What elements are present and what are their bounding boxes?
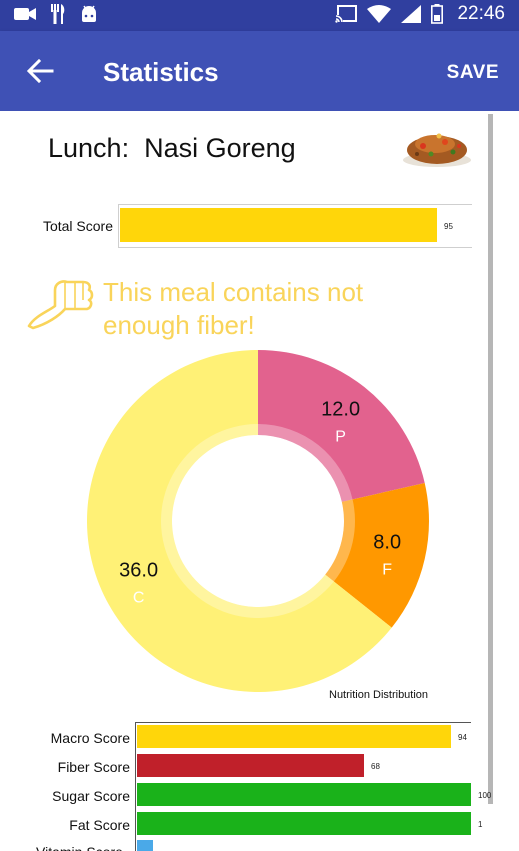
- score-bar: [137, 783, 471, 806]
- score-bar: [137, 725, 451, 748]
- score-top-line: [135, 722, 471, 723]
- score-value: 68: [371, 762, 380, 771]
- pie-value-label: 8.0: [373, 531, 401, 553]
- score-value: 94: [458, 733, 467, 742]
- score-label: Macro Score: [50, 730, 130, 746]
- score-label: Fat Score: [69, 817, 130, 833]
- next-score-bar-partial: [137, 840, 153, 851]
- score-value: 1: [478, 820, 483, 829]
- nutrition-donut-chart[interactable]: 12.0 P 8.0 F 36.0 C: [0, 0, 519, 851]
- pie-value-label: 36.0: [119, 559, 158, 581]
- pie-value-label: 12.0: [321, 398, 360, 420]
- score-bar: [137, 812, 471, 835]
- score-label: Sugar Score: [52, 788, 130, 804]
- score-label: Fiber Score: [57, 759, 130, 775]
- pie-category-label: P: [335, 428, 346, 445]
- chart-title: Nutrition Distribution: [329, 689, 429, 701]
- pie-category-label: F: [382, 561, 392, 578]
- next-score-label-partial: Vitamin Score: [36, 842, 132, 851]
- score-axis-line: [135, 722, 136, 851]
- score-bar: [137, 754, 364, 777]
- score-value: 100: [478, 791, 492, 800]
- pie-category-label: C: [133, 589, 145, 606]
